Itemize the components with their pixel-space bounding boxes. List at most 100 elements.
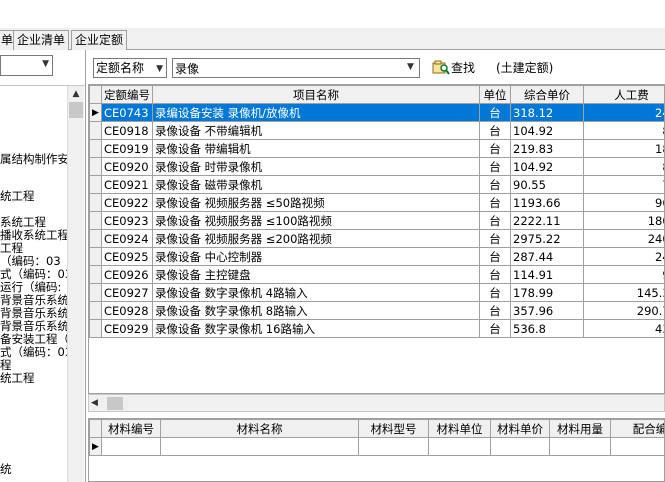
tree-item[interactable]: 统工程	[0, 190, 67, 203]
material-cell[interactable]	[358, 437, 429, 456]
tree-scroll-thumb[interactable]	[69, 102, 83, 118]
labor-cost-cell[interactable]: 1800	[583, 211, 664, 230]
column-header[interactable]: 单位	[479, 85, 511, 104]
hscroll-thumb[interactable]	[107, 397, 123, 410]
material-cell[interactable]	[549, 437, 611, 456]
project-name-cell[interactable]: 录像设备 磁带录像机	[152, 175, 480, 194]
quota-code-cell[interactable]: CE0743	[101, 103, 153, 122]
quota-table[interactable]: 定额编号 项目名称 单位 综合单价 人工费 ▶ CE0743 录编设备安装 录像…	[88, 84, 665, 394]
column-header[interactable]: 综合单价	[510, 85, 584, 104]
unit-price-cell[interactable]: 178.99	[510, 283, 584, 302]
quota-code-cell[interactable]: CE0924	[101, 229, 153, 248]
tab-enterprise-quota[interactable]: 企业定额	[71, 30, 128, 50]
search-field-dropdown[interactable]: 定额名称 ▼	[93, 58, 167, 78]
unit-cell[interactable]: 台	[479, 211, 511, 230]
left-category-dropdown[interactable]: ▼	[0, 55, 53, 76]
table-row[interactable]: CE0919 录像设备 带编辑机 台 219.83 180	[89, 139, 664, 158]
material-cell[interactable]	[490, 437, 550, 456]
unit-cell[interactable]: 台	[479, 283, 511, 302]
project-name-cell[interactable]: 录像设备 不带编辑机	[152, 121, 480, 140]
tree-item[interactable]: 统工程	[0, 372, 67, 385]
quota-code-cell[interactable]: CE0929	[101, 319, 153, 338]
labor-cost-cell[interactable]: 145.38	[583, 283, 664, 302]
labor-cost-cell[interactable]: 96	[583, 265, 664, 284]
main-table-hscrollbar[interactable]: ◀	[88, 394, 665, 412]
unit-cell[interactable]: 台	[479, 319, 511, 338]
scroll-up-icon[interactable]: ▲	[68, 86, 84, 102]
quota-code-cell[interactable]: CE0922	[101, 193, 153, 212]
column-header[interactable]: 材料用量	[549, 419, 611, 438]
project-name-cell[interactable]: 录像设备 数字录像机 8路输入	[152, 301, 480, 320]
material-cell[interactable]	[101, 437, 161, 456]
unit-cell[interactable]: 台	[479, 175, 511, 194]
unit-price-cell[interactable]: 536.8	[510, 319, 584, 338]
column-header[interactable]: 材料型号	[358, 419, 429, 438]
project-name-cell[interactable]: 录像设备 中心控制器	[152, 247, 480, 266]
quota-code-cell[interactable]: CE0928	[101, 301, 153, 320]
unit-cell[interactable]: 台	[479, 157, 511, 176]
labor-cost-cell[interactable]: 960	[583, 193, 664, 212]
labor-cost-cell[interactable]: 240	[583, 247, 664, 266]
unit-price-cell[interactable]: 357.96	[510, 301, 584, 320]
quota-code-cell[interactable]: CE0919	[101, 139, 153, 158]
unit-price-cell[interactable]: 104.92	[510, 157, 584, 176]
tree-item[interactable]: 统	[0, 463, 67, 476]
project-name-cell[interactable]: 录像设备 数字录像机 16路输入	[152, 319, 480, 338]
quota-code-cell[interactable]: CE0927	[101, 283, 153, 302]
unit-price-cell[interactable]: 104.92	[510, 121, 584, 140]
table-row[interactable]: CE0926 录像设备 主控键盘 台 114.91 96	[89, 265, 664, 284]
project-name-cell[interactable]: 录像设备 数字录像机 4路输入	[152, 283, 480, 302]
table-row[interactable]: CE0918 录像设备 不带编辑机 台 104.92 84	[89, 121, 664, 140]
quota-code-cell[interactable]: CE0921	[101, 175, 153, 194]
labor-cost-cell[interactable]: 290.75	[583, 301, 664, 320]
chevron-down-icon[interactable]: ▼	[407, 62, 414, 72]
unit-price-cell[interactable]: 287.44	[510, 247, 584, 266]
table-row[interactable]: CE0925 录像设备 中心控制器 台 287.44 240	[89, 247, 664, 266]
column-header[interactable]: 材料单价	[490, 419, 550, 438]
project-name-cell[interactable]: 录像设备 视频服务器 ≤100路视频	[152, 211, 480, 230]
unit-cell[interactable]: 台	[479, 229, 511, 248]
unit-cell[interactable]: 台	[479, 139, 511, 158]
material-cell[interactable]	[160, 437, 359, 456]
project-name-cell[interactable]: 录像设备 带编辑机	[152, 139, 480, 158]
project-name-cell[interactable]: 录像设备 主控键盘	[152, 265, 480, 284]
tab-enterprise-list[interactable]: 企业清单	[13, 30, 70, 50]
unit-price-cell[interactable]: 318.12	[510, 103, 584, 122]
table-row[interactable]: CE0929 录像设备 数字录像机 16路输入 台 536.8 436	[89, 319, 664, 338]
column-header[interactable]: 人工费	[583, 85, 664, 104]
table-row[interactable]: CE0922 录像设备 视频服务器 ≤50路视频 台 1193.66 960	[89, 193, 664, 212]
labor-cost-cell[interactable]: 84	[583, 121, 664, 140]
labor-cost-cell[interactable]: 436	[583, 319, 664, 338]
unit-price-cell[interactable]: 2975.22	[510, 229, 584, 248]
table-row[interactable]: CE0923 录像设备 视频服务器 ≤100路视频 台 2222.11 1800	[89, 211, 664, 230]
material-cell[interactable]	[428, 437, 491, 456]
project-name-cell[interactable]: 录像设备 时带录像机	[152, 157, 480, 176]
category-tree[interactable]: 属结构制作安 统工程 系统工程 播收系统工程 工程 （编码：03 式（编码：03…	[0, 85, 85, 482]
unit-price-cell[interactable]: 114.91	[510, 265, 584, 284]
labor-cost-cell[interactable]: 180	[583, 139, 664, 158]
column-header[interactable]: 材料单位	[428, 419, 491, 438]
unit-price-cell[interactable]: 1193.66	[510, 193, 584, 212]
project-name-cell[interactable]: 录像设备 视频服务器 ≤200路视频	[152, 229, 480, 248]
project-name-cell[interactable]: 录编设备安装 录像机/放像机	[152, 103, 480, 122]
unit-cell[interactable]: 台	[479, 247, 511, 266]
unit-cell[interactable]: 台	[479, 265, 511, 284]
unit-cell[interactable]: 台	[479, 121, 511, 140]
labor-cost-cell[interactable]: 2400	[583, 229, 664, 248]
quota-code-cell[interactable]: CE0926	[101, 265, 153, 284]
labor-cost-cell[interactable]: 84	[583, 157, 664, 176]
labor-cost-cell[interactable]: 72	[583, 175, 664, 194]
column-header[interactable]: 定额编号	[101, 85, 153, 104]
quota-code-cell[interactable]: CE0918	[101, 121, 153, 140]
scroll-left-icon[interactable]: ◀	[91, 398, 98, 408]
quota-code-cell[interactable]: CE0920	[101, 157, 153, 176]
quota-code-cell[interactable]: CE0925	[101, 247, 153, 266]
labor-cost-cell[interactable]: 240	[583, 103, 664, 122]
unit-cell[interactable]: 台	[479, 301, 511, 320]
project-name-cell[interactable]: 录像设备 视频服务器 ≤50路视频	[152, 193, 480, 212]
material-table[interactable]: 材料编号 材料名称 材料型号 材料单位 材料单价 材料用量 配合编 ▶	[88, 418, 665, 482]
table-row[interactable]: ▶	[89, 437, 664, 456]
table-row[interactable]: CE0928 录像设备 数字录像机 8路输入 台 357.96 290.75	[89, 301, 664, 320]
table-row[interactable]: CE0921 录像设备 磁带录像机 台 90.55 72	[89, 175, 664, 194]
unit-cell[interactable]: 台	[479, 103, 511, 122]
